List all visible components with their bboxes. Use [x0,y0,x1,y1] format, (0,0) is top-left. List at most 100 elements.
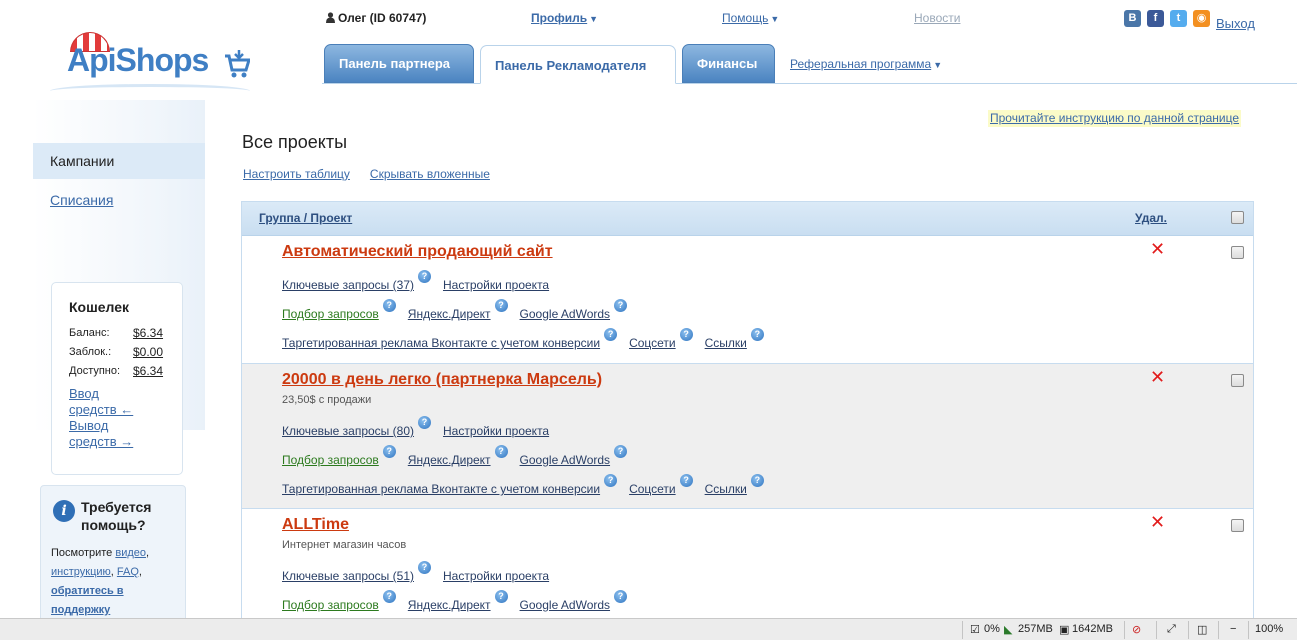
delete-icon[interactable]: ✕ [1150,239,1165,260]
wallet-value: $6.34 [133,325,164,340]
help-contact-link-line2[interactable]: поддержку [51,604,110,616]
question-icon[interactable]: ? [382,590,396,603]
delete-icon[interactable]: ✕ [1150,367,1165,388]
wallet-panel: Кошелек Баланс: $6.34 Заблок.: $0.00 Досту… [51,282,183,475]
logout-link[interactable]: Выход [1216,16,1255,31]
question-icon[interactable]: ? [614,590,628,603]
vk-targeting-link[interactable]: Таргетированная реклама Вконтакте с учет… [282,482,600,496]
caret-down-icon: ▼ [933,60,943,70]
status-separator [1156,621,1157,639]
help-video-link[interactable]: видео [115,547,146,559]
query-selection-link[interactable]: Подбор запросов [282,598,379,612]
hide-nested-link[interactable]: Скрывать вложенные [370,167,490,181]
rss-icon[interactable]: ◉ [1193,10,1210,27]
block-icon[interactable]: ⊘ [1132,623,1141,636]
wallet-label: Баланс: [69,326,110,339]
sidebar-item-writeoffs[interactable]: Списания [33,182,205,218]
help-instruction-link[interactable]: инструкцию [51,566,111,578]
yandex-direct-link[interactable]: Яндекс.Директ [408,598,491,612]
withdraw-link-line2[interactable]: средств → [69,434,182,450]
question-icon[interactable]: ? [382,445,396,458]
project-links-row: Таргетированная реклама Вконтакте с учет… [282,474,776,496]
delete-icon[interactable]: ✕ [1150,512,1165,533]
table-options: Настроить таблицу Скрывать вложенные [243,167,490,181]
vk-targeting-link[interactable]: Таргетированная реклама Вконтакте с учет… [282,336,600,350]
help-contact-link-line1[interactable]: обратитесь в [51,585,124,597]
google-adwords-link[interactable]: Google AdWords [520,307,611,321]
deposit-link-line1[interactable]: Ввод [69,386,182,402]
split-view-icon[interactable]: ◫ [1197,623,1207,636]
question-icon[interactable]: ? [494,299,508,312]
withdraw-link-line1[interactable]: Вывод [69,418,182,434]
question-icon[interactable]: ? [679,328,693,341]
facebook-icon[interactable]: f [1147,10,1164,27]
logo-swoosh [50,84,250,98]
yandex-direct-link[interactable]: Яндекс.Директ [408,453,491,467]
deposit-link-line2[interactable]: средств ← [69,402,182,418]
question-icon[interactable]: ? [604,474,618,487]
select-all-checkbox[interactable] [1231,211,1244,224]
question-icon[interactable]: ? [614,299,628,312]
social-networks-link[interactable]: Соцсети [629,336,676,350]
wallet-row-balance: Баланс: $6.34 [69,323,182,342]
social-networks-link[interactable]: Соцсети [629,482,676,496]
project-settings-link[interactable]: Настройки проекта [443,424,549,438]
twitter-icon[interactable]: t [1170,10,1187,27]
question-icon[interactable]: ? [417,270,431,283]
row-checkbox[interactable] [1231,374,1244,387]
question-icon[interactable]: ? [417,416,431,429]
nav-news[interactable]: Новости [914,11,960,25]
query-selection-link[interactable]: Подбор запросов [282,307,379,321]
question-icon[interactable]: ? [604,328,618,341]
vk-icon[interactable]: В [1124,10,1141,27]
project-title[interactable]: 20000 в день легко (партнерка Марсель) [282,371,602,389]
sidebar-item-campaigns[interactable]: Кампании [33,143,205,179]
question-icon[interactable]: ? [679,474,693,487]
memory-total: 1642MB [1072,623,1113,635]
tab-partner-panel[interactable]: Панель партнера [324,44,474,83]
question-icon[interactable]: ? [494,445,508,458]
links-link[interactable]: Ссылки [705,336,747,350]
fullscreen-icon[interactable]: ⤢ [1167,623,1176,636]
question-icon[interactable]: ? [750,328,764,341]
question-icon[interactable]: ? [417,561,431,574]
links-link[interactable]: Ссылки [705,482,747,496]
keywords-link[interactable]: Ключевые запросы (80) [282,424,414,438]
status-separator [1218,621,1219,639]
google-adwords-link[interactable]: Google AdWords [520,453,611,467]
yandex-direct-link[interactable]: Яндекс.Директ [408,307,491,321]
tab-advertiser-panel[interactable]: Панель Рекламодателя [480,45,676,84]
memory-icon: ▣ [1059,624,1070,636]
project-title[interactable]: Автоматический продающий сайт [282,243,553,261]
apishops-logo[interactable]: ApiShops [50,30,255,100]
query-selection-link[interactable]: Подбор запросов [282,453,379,467]
keywords-link[interactable]: Ключевые запросы (51) [282,569,414,583]
project-links-row: Ключевые запросы (51)? Настройки проекта [282,561,561,583]
project-title[interactable]: ALLTime [282,516,349,534]
help-title-line2: помощь? [81,517,146,533]
nav-help[interactable]: Помощь ▼ [722,11,779,25]
column-header-delete[interactable]: Удал. [1135,211,1167,225]
question-icon[interactable]: ? [382,299,396,312]
cursor-icon: ◣ [1004,624,1013,636]
keywords-link[interactable]: Ключевые запросы (37) [282,278,414,292]
question-icon[interactable]: ? [494,590,508,603]
project-settings-link[interactable]: Настройки проекта [443,569,549,583]
question-icon[interactable]: ? [750,474,764,487]
google-adwords-link[interactable]: Google AdWords [520,598,611,612]
tab-finance[interactable]: Финансы [682,44,775,83]
configure-table-link[interactable]: Настроить таблицу [243,167,350,181]
social-links: В f t ◉ [1124,10,1210,27]
referral-program-link[interactable]: Реферальная программа ▼ [790,57,942,71]
row-checkbox[interactable] [1231,519,1244,532]
project-settings-link[interactable]: Настройки проекта [443,278,549,292]
help-faq-link[interactable]: FAQ [117,566,139,578]
question-icon[interactable]: ? [614,445,628,458]
row-checkbox[interactable] [1231,246,1244,259]
page-instructions-link[interactable]: Прочитайте инструкцию по данной странице [988,110,1242,127]
status-separator [962,621,963,639]
column-header-group-project[interactable]: Группа / Проект [259,211,352,225]
zoom-level[interactable]: 100% [1255,623,1283,635]
nav-profile[interactable]: Профиль ▼ [531,11,598,25]
zoom-out-icon[interactable]: − [1230,623,1236,635]
